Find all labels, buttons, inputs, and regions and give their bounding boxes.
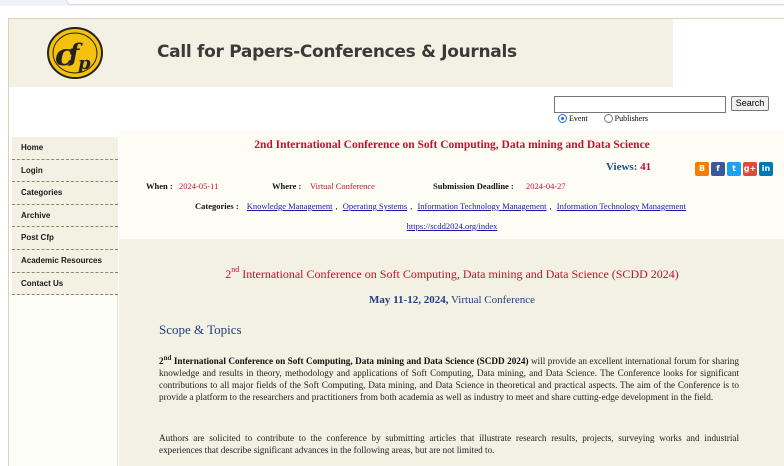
category-separator: , [410, 201, 413, 211]
event-details: 2nd International Conference on Soft Com… [119, 239, 784, 466]
views-counter: Views: 41 [606, 161, 651, 173]
scope-heading: Scope & Topics [159, 322, 242, 337]
when-label: When : [146, 181, 173, 191]
sidebar-item-post-cfp[interactable]: Post Cfp [12, 227, 118, 250]
event-dates: May 11-12, 2024, Virtual Conference [119, 294, 784, 306]
page-container: c f p Call for Papers-Conferences & Jour… [8, 18, 784, 466]
sidebar-item-contact-us[interactable]: Contact Us [12, 273, 118, 296]
browser-tab-edge [66, 0, 784, 5]
views-count: 41 [640, 161, 652, 173]
radio-publishers-label: Publishers [614, 114, 649, 123]
category-separator: , [549, 201, 552, 211]
facebook-icon[interactable]: f [711, 162, 725, 176]
authors-paragraph: Authors are solicited to contribute to t… [159, 433, 739, 455]
radio-publishers[interactable]: Publishers [603, 114, 649, 123]
radio-publishers-control[interactable] [603, 114, 613, 123]
radio-event[interactable]: Event [558, 114, 588, 123]
category-link[interactable]: Knowledge Management [247, 201, 333, 211]
cfp-logo-icon: c f p [47, 27, 103, 79]
category-link[interactable]: Information Technology Management [557, 201, 686, 211]
intro-paragraph: 2nd International Conference on Soft Com… [159, 352, 739, 403]
googleplus-icon[interactable]: g+ [743, 162, 757, 176]
event-full-heading: 2nd International Conference on Soft Com… [119, 265, 784, 282]
blogger-icon[interactable]: B [695, 162, 709, 176]
category-separator: , [335, 201, 338, 211]
search-button[interactable]: Search [731, 96, 769, 111]
categories-row: Categories : Knowledge Management, Opera… [195, 201, 686, 211]
when-value: 2024-05-11 [179, 181, 219, 191]
views-label: Views: [606, 161, 638, 173]
sidebar-item-archive[interactable]: Archive [12, 205, 118, 228]
heading-text: International Conference on Soft Computi… [239, 267, 679, 281]
event-summary: 2nd International Conference on Soft Com… [119, 131, 784, 239]
sidebar-item-categories[interactable]: Categories [12, 182, 118, 205]
sidebar-item-home[interactable]: Home [12, 137, 118, 160]
category-link[interactable]: Information Technology Management [417, 201, 546, 211]
deadline-label: Submission Deadline : [433, 181, 514, 191]
radio-event-label: Event [569, 114, 588, 123]
cfp-logo[interactable]: c f p [45, 25, 105, 81]
heading-ordinal: nd [231, 265, 240, 274]
where-value: Virtual Conference [310, 181, 375, 191]
twitter-icon[interactable]: t [727, 162, 741, 176]
categories-label: Categories : [195, 201, 239, 211]
event-url-link[interactable]: https://scdd2024.org/index [119, 221, 784, 231]
dates-venue: Virtual Conference [448, 294, 535, 306]
sidebar-item-academic-resources[interactable]: Academic Resources [12, 250, 118, 273]
intro-bold: International Conference on Soft Computi… [171, 356, 529, 367]
where-label: Where : [272, 181, 302, 191]
svg-text:p: p [78, 53, 91, 74]
sidebar-item-login[interactable]: Login [12, 160, 118, 183]
browser-top-strip [0, 0, 784, 6]
search-type-options: Event Publishers [558, 114, 662, 123]
share-icons: B f t g+ in [695, 162, 773, 176]
search-input[interactable] [554, 96, 726, 113]
linkedin-icon[interactable]: in [759, 162, 773, 176]
dates-bold: May 11-12, 2024, [369, 294, 449, 306]
category-link[interactable]: Operating Systems [343, 201, 407, 211]
sidebar-nav: Home Login Categories Archive Post Cfp A… [12, 137, 118, 296]
site-title: Call for Papers-Conferences & Journals [157, 42, 517, 62]
radio-event-control[interactable] [558, 114, 567, 123]
sidebar-filler [12, 295, 118, 466]
event-title: 2nd International Conference on Soft Com… [254, 139, 650, 151]
site-header: c f p Call for Papers-Conferences & Jour… [9, 19, 673, 87]
deadline-value: 2024-04-27 [526, 181, 566, 191]
